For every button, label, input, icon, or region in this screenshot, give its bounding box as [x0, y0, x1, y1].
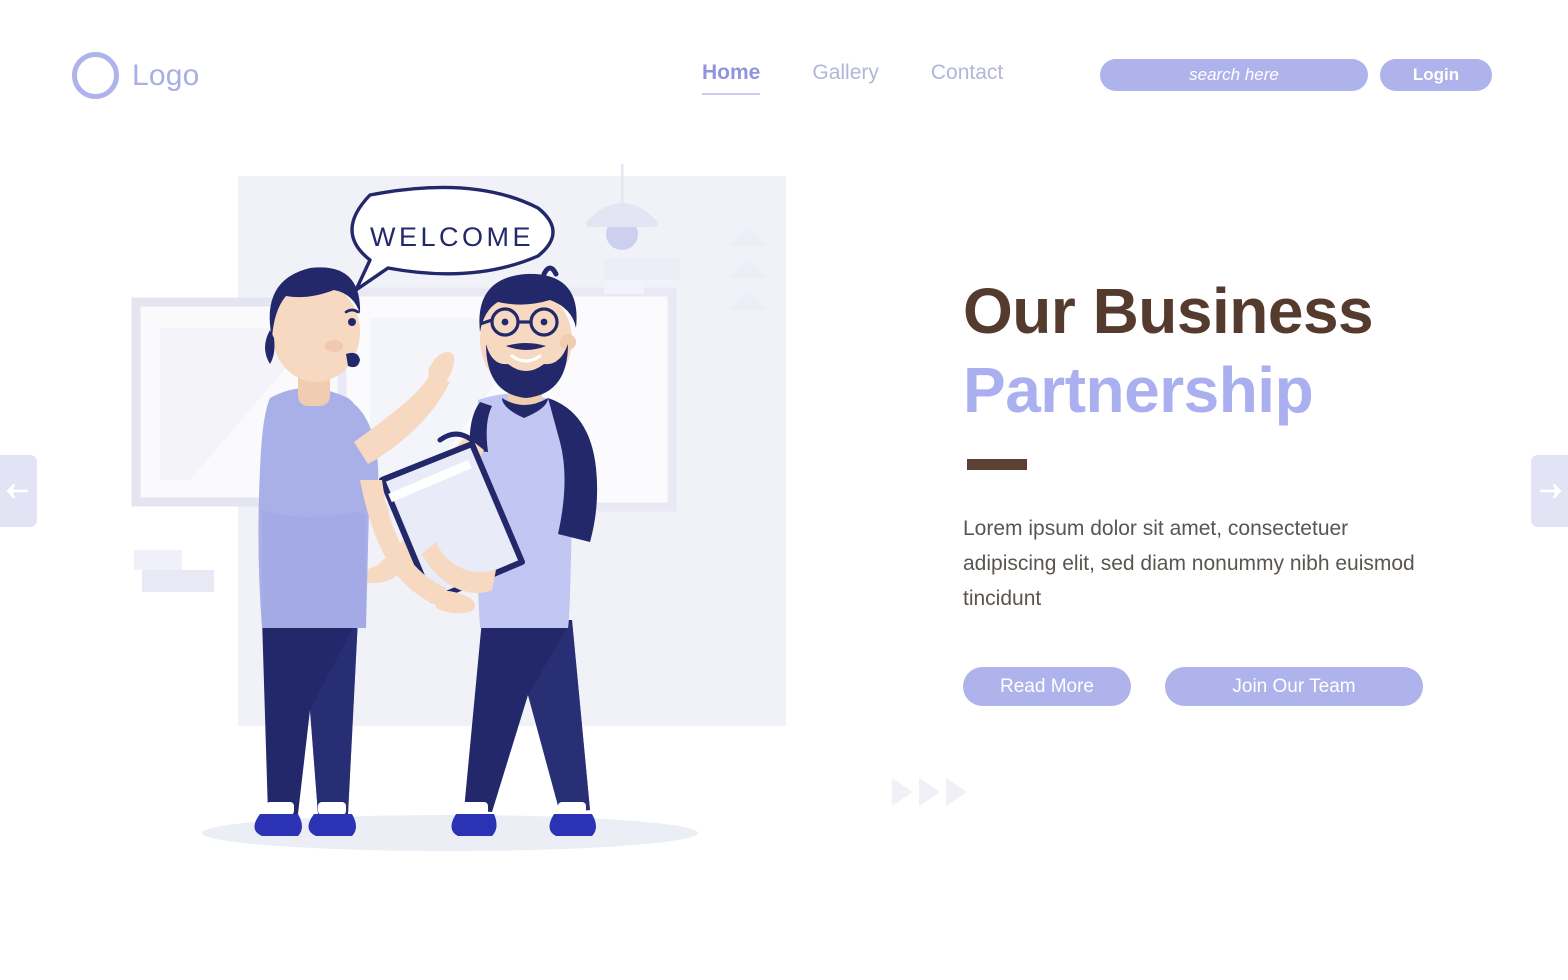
circle-ring-icon	[72, 52, 119, 99]
site-header: Logo Home Gallery Contact Login	[0, 0, 1568, 130]
page-title-line-1: Our Business	[963, 275, 1374, 347]
hero-cta-group: Read More Join Our Team	[963, 667, 1483, 707]
triangle-right-icon	[946, 778, 967, 806]
head	[272, 282, 360, 382]
logo[interactable]: Logo	[72, 52, 200, 99]
page-title-line-2: Partnership	[963, 353, 1314, 426]
shoe-left	[451, 814, 497, 836]
shoe-right	[549, 814, 596, 836]
title-accent-rule	[967, 459, 1027, 471]
nav-item-home[interactable]: Home	[702, 60, 761, 96]
hero-content: Our Business Partnership Lorem ipsum dol…	[963, 272, 1483, 707]
hero-description: Lorem ipsum dolor sit amet, consectetuer…	[963, 517, 1415, 611]
eye	[348, 318, 356, 326]
carousel-next-button[interactable]	[1531, 455, 1568, 527]
nav-item-contact[interactable]: Contact	[931, 60, 1003, 95]
search-input[interactable]	[1100, 59, 1368, 91]
speech-bubble-text: WELCOME	[370, 222, 534, 252]
triangle-right-icon	[919, 778, 940, 806]
landing-page: Logo Home Gallery Contact Login	[0, 0, 1568, 980]
logo-text: Logo	[132, 58, 200, 92]
shoe-left	[254, 814, 302, 836]
read-more-button[interactable]: Read More	[963, 667, 1131, 707]
shoe-right	[308, 814, 356, 836]
two-businessmen-handshake-illustration: WELCOME	[120, 150, 840, 870]
page-title: Our Business Partnership	[963, 272, 1483, 429]
arrow-left-icon	[6, 483, 28, 499]
triangle-right-icon	[892, 778, 913, 806]
chevron-decoration	[892, 778, 967, 806]
main-navigation: Home Gallery Contact	[702, 60, 1003, 96]
nav-item-gallery[interactable]: Gallery	[812, 60, 879, 95]
arrow-right-icon	[1540, 483, 1562, 499]
carousel-prev-button[interactable]	[0, 455, 37, 527]
decor-blocks	[134, 550, 214, 592]
login-button[interactable]: Login	[1380, 59, 1492, 91]
join-our-team-button[interactable]: Join Our Team	[1165, 667, 1423, 707]
